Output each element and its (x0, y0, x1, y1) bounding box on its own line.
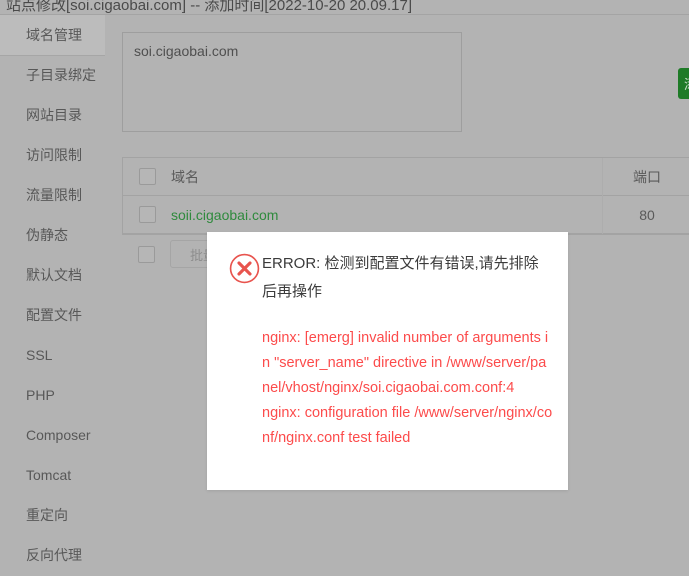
table-header-row: 域名 端口 (123, 158, 689, 196)
add-domain-button[interactable]: 添加 (678, 68, 689, 99)
sidebar-item-traffic-limit[interactable]: 流量限制 (0, 175, 105, 215)
sidebar: 域名管理 子目录绑定 网站目录 访问限制 流量限制 伪静态 默认文档 配置文件 … (0, 15, 105, 576)
sidebar-item-ssl[interactable]: SSL (0, 335, 105, 375)
error-dialog-heading: ERROR: 检测到配置文件有错误,请先排除后再操作 (262, 255, 539, 300)
domain-table: 域名 端口 soii.cigaobai.com 80 (122, 157, 689, 235)
sidebar-item-label: 重定向 (26, 507, 68, 523)
sidebar-item-domain-management[interactable]: 域名管理 (0, 15, 105, 56)
sidebar-item-label: Composer (26, 427, 91, 443)
row-port-value: 80 (639, 206, 655, 223)
error-body-line: nginx: configuration file /www/server/ng… (262, 405, 553, 446)
column-divider (602, 158, 603, 196)
sidebar-item-rewrite[interactable]: 伪静态 (0, 215, 105, 255)
error-body-line: nginx: [emerg] invalid number of argumen… (262, 330, 549, 396)
sidebar-item-config-file[interactable]: 配置文件 (0, 295, 105, 335)
select-all-cell (123, 168, 171, 185)
row-domain-link[interactable]: soii.cigaobai.com (171, 207, 615, 223)
sidebar-item-label: PHP (26, 387, 55, 403)
sidebar-item-label: Tomcat (26, 467, 72, 483)
error-dialog-body: nginx: [emerg] invalid number of argumen… (262, 326, 554, 451)
sidebar-item-access-restriction[interactable]: 访问限制 (0, 135, 105, 175)
select-all-checkbox[interactable] (138, 168, 156, 185)
row-select-cell (123, 206, 171, 223)
sidebar-item-default-document[interactable]: 默认文档 (0, 255, 105, 295)
sidebar-item-reverse-proxy[interactable]: 反向代理 (0, 535, 105, 575)
sidebar-item-subdirectory-binding[interactable]: 子目录绑定 (0, 55, 105, 95)
window-titlebar: 站点修改[soi.cigaobai.com] -- 添加时间[2022-10-2… (0, 0, 689, 15)
column-header-domain: 域名 (171, 168, 199, 185)
table-row: soii.cigaobai.com 80 (123, 196, 689, 234)
window-title: 站点修改[soi.cigaobai.com] -- 添加时间[2022-10-2… (6, 0, 413, 14)
sidebar-item-site-directory[interactable]: 网站目录 (0, 95, 105, 135)
error-dialog: ERROR: 检测到配置文件有错误,请先排除后再操作 nginx: [emerg… (207, 232, 568, 490)
domain-input-textarea[interactable] (122, 32, 462, 132)
sidebar-item-label: 域名管理 (26, 27, 82, 43)
sidebar-item-label: 伪静态 (26, 227, 68, 243)
sidebar-item-label: SSL (26, 347, 53, 363)
sidebar-item-php[interactable]: PHP (0, 375, 105, 415)
row-checkbox[interactable] (138, 206, 156, 223)
sidebar-item-tomcat[interactable]: Tomcat (0, 455, 105, 495)
column-divider (602, 196, 603, 234)
toolbar-select-all-checkbox[interactable] (137, 245, 155, 263)
sidebar-item-composer[interactable]: Composer (0, 415, 105, 455)
sidebar-item-label: 反向代理 (26, 547, 82, 563)
sidebar-item-label: 默认文档 (26, 267, 82, 283)
sidebar-item-label: 子目录绑定 (26, 67, 96, 83)
sidebar-item-label: 流量限制 (26, 187, 82, 203)
sidebar-item-label: 配置文件 (26, 307, 82, 323)
sidebar-item-label: 网站目录 (26, 107, 82, 123)
sidebar-item-redirect[interactable]: 重定向 (0, 495, 105, 535)
sidebar-item-label: 访问限制 (26, 147, 82, 163)
error-circle-x-icon (229, 253, 260, 284)
toolbar-select-all-cell (122, 245, 170, 263)
column-header-port: 端口 (633, 168, 661, 185)
